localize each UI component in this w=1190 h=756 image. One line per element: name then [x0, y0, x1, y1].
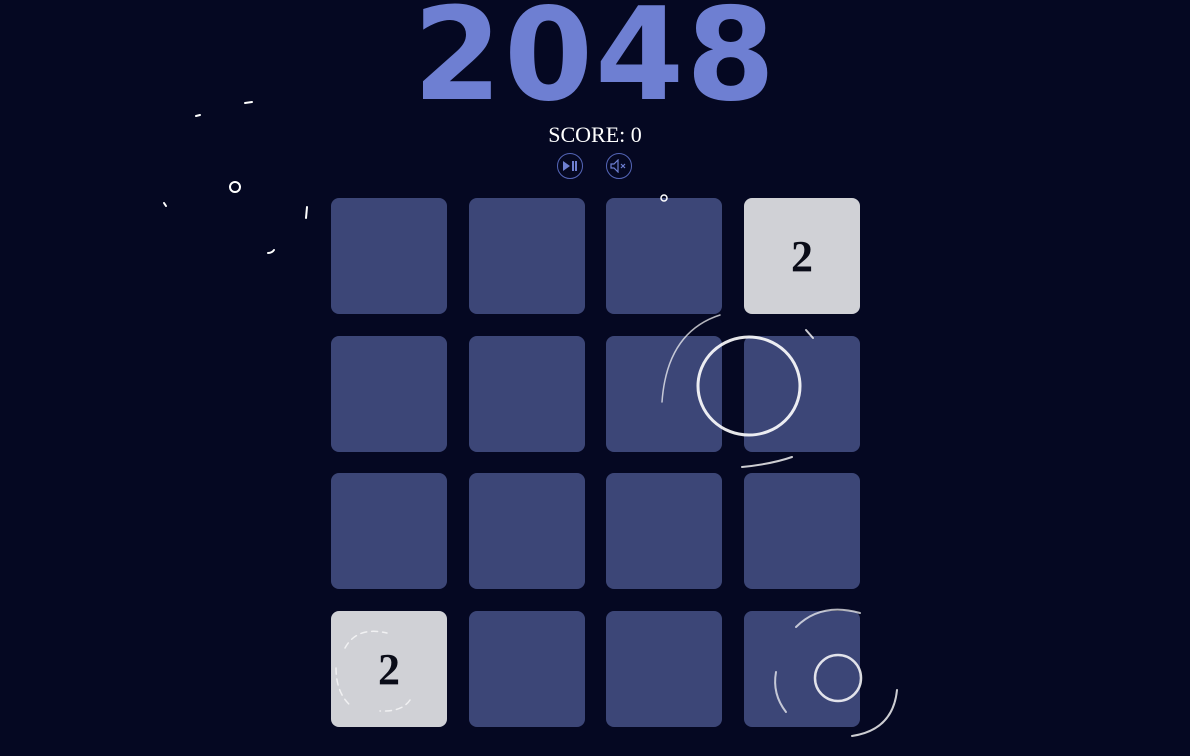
empty-cell: [469, 336, 585, 452]
empty-cell: [331, 198, 447, 314]
tile-value: 2: [791, 231, 813, 281]
empty-cell: [744, 336, 860, 452]
empty-cell: [331, 336, 447, 452]
empty-cell: [606, 473, 722, 589]
score-value: 0: [630, 122, 642, 147]
tile: 2: [744, 198, 860, 314]
game-title: 2048: [412, 0, 778, 130]
empty-cell: [469, 611, 585, 727]
empty-cell: [606, 198, 722, 314]
empty-cell: [331, 473, 447, 589]
play-pause-button[interactable]: [557, 153, 583, 179]
empty-cell: [469, 198, 585, 314]
empty-cell: [744, 473, 860, 589]
score-label: SCORE:: [548, 122, 626, 147]
play-pause-icon: [563, 161, 577, 171]
speaker-muted-icon: [610, 159, 626, 173]
score-display: SCORE: 0: [0, 122, 1190, 148]
tile-value: 2: [378, 644, 400, 694]
empty-cell: [744, 611, 860, 727]
empty-cell: [469, 473, 585, 589]
mute-button[interactable]: [606, 153, 632, 179]
tile: 2: [331, 611, 447, 727]
empty-cell: [606, 611, 722, 727]
empty-cell: [606, 336, 722, 452]
